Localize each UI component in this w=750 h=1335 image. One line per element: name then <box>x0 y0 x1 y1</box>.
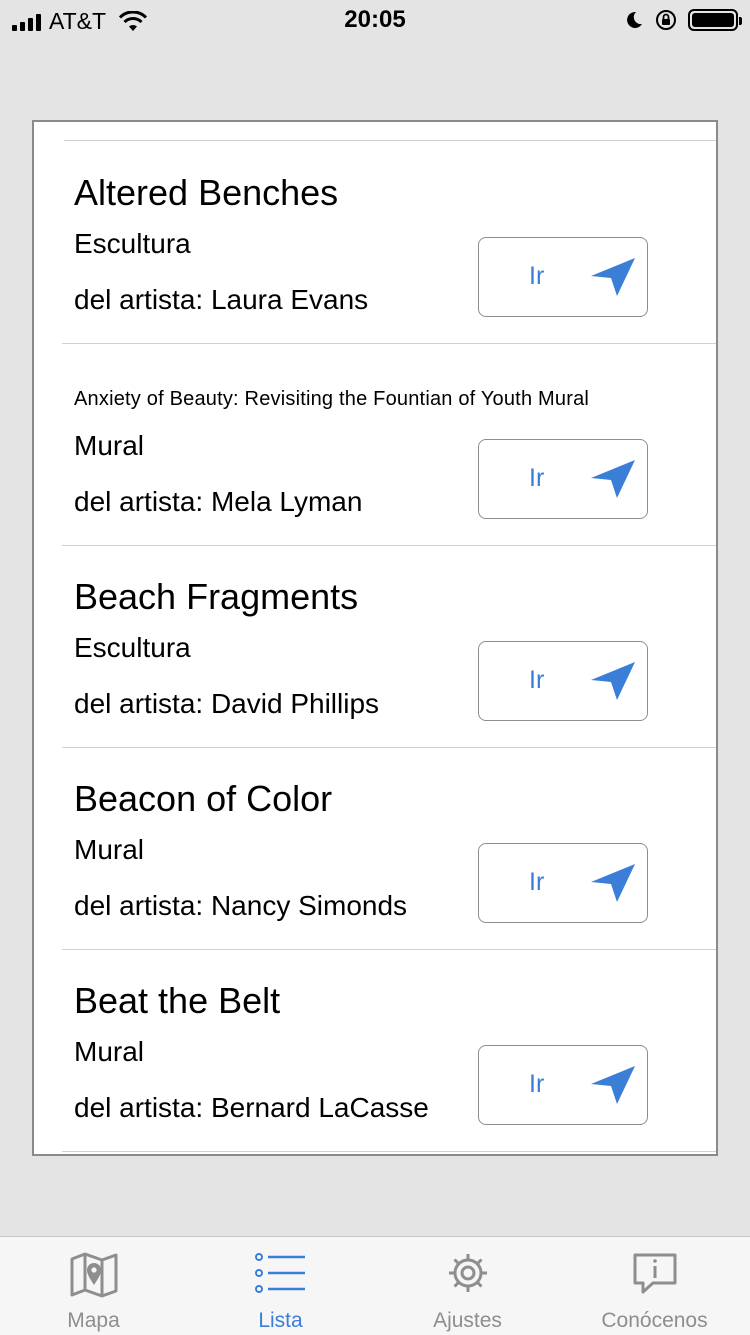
artwork-type: Escultura <box>74 228 191 259</box>
tab-label: Mapa <box>67 1309 120 1332</box>
artwork-title: Beacon of Color <box>74 778 333 819</box>
artwork-title: Beat the Belt <box>74 980 281 1021</box>
list-item: Beach Fragments Escultura del artista: D… <box>34 546 716 748</box>
tab-label: Conócenos <box>601 1309 708 1332</box>
tab-lista[interactable]: Lista <box>187 1237 374 1335</box>
navigation-arrow-icon <box>591 460 635 498</box>
go-button-label: Ir <box>529 464 545 492</box>
tab-ajustes[interactable]: Ajustes <box>374 1237 561 1335</box>
gear-icon <box>448 1254 487 1292</box>
row-divider <box>62 1151 716 1152</box>
list-item: Beat the Belt Mural del artista: Bernard… <box>34 950 716 1152</box>
artwork-type: Mural <box>74 1036 145 1067</box>
artwork-type: Escultura <box>74 632 191 663</box>
list-icon <box>254 1253 305 1293</box>
map-icon <box>70 1252 117 1298</box>
list-item: Anxiety of Beauty: Revisiting the Founti… <box>34 344 716 546</box>
info-bubble-icon <box>633 1253 676 1294</box>
go-button-label: Ir <box>529 666 545 694</box>
list-item: Beacon of Color Mural del artista: Nancy… <box>34 748 716 950</box>
tab-label: Lista <box>258 1309 303 1332</box>
go-button[interactable]: Ir <box>478 641 648 721</box>
list-divider <box>64 140 716 141</box>
go-button[interactable]: Ir <box>478 439 648 519</box>
artwork-list[interactable]: Altered Benches Escultura del artista: L… <box>32 120 718 1156</box>
orientation-lock-icon <box>656 10 676 30</box>
tab-mapa[interactable]: Mapa <box>0 1237 187 1335</box>
artwork-title: Beach Fragments <box>74 576 359 617</box>
navigation-arrow-icon <box>591 1066 635 1104</box>
go-button-label: Ir <box>529 868 545 896</box>
tab-label: Ajustes <box>433 1309 502 1332</box>
status-bar: AT&T 20:05 <box>0 0 750 40</box>
artwork-type: Mural <box>74 430 145 461</box>
navigation-arrow-icon <box>591 662 635 700</box>
tab-conocenos[interactable]: Conócenos <box>561 1237 748 1335</box>
artwork-type: Mural <box>74 834 145 865</box>
artwork-artist: del artista: Nancy Simonds <box>74 890 408 921</box>
artwork-title: Anxiety of Beauty: Revisiting the Founti… <box>74 388 590 410</box>
artwork-artist: del artista: David Phillips <box>74 688 380 719</box>
go-button[interactable]: Ir <box>478 843 648 923</box>
artwork-artist: del artista: Mela Lyman <box>74 486 363 517</box>
go-button-label: Ir <box>529 262 545 290</box>
go-button[interactable]: Ir <box>478 1045 648 1125</box>
moon-icon <box>627 11 642 28</box>
artwork-artist: del artista: Laura Evans <box>74 284 369 315</box>
battery-icon <box>688 9 742 31</box>
artwork-artist: del artista: Bernard LaCasse <box>74 1092 429 1123</box>
navigation-arrow-icon <box>591 258 635 296</box>
artwork-title: Altered Benches <box>74 172 339 213</box>
list-item: Altered Benches Escultura del artista: L… <box>34 142 716 344</box>
tab-bar: Mapa Lista Ajustes Conócenos <box>0 1236 750 1335</box>
navigation-arrow-icon <box>591 864 635 902</box>
go-button-label: Ir <box>529 1070 545 1098</box>
go-button[interactable]: Ir <box>478 237 648 317</box>
status-right <box>624 8 742 32</box>
